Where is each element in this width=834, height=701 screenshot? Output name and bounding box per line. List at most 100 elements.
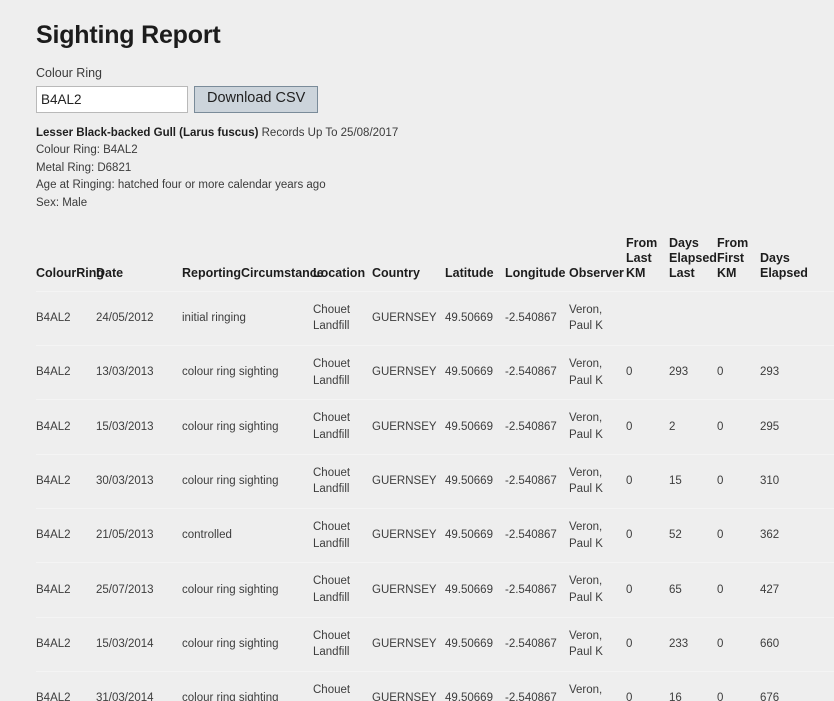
column-header-from-last-km: From Last KM	[626, 236, 658, 280]
summary-sex: Sex: Male	[36, 196, 88, 209]
cell-country: GUERNSEY	[372, 508, 445, 563]
cell-country: GUERNSEY	[372, 290, 445, 346]
table-row: B4AL2 15/03/2013 colour ring sighting Choue…	[36, 399, 834, 455]
cell-colour-ring: B4AL2	[36, 345, 96, 400]
cell-from-last-km: 0	[626, 453, 669, 509]
cell-days-elapsed: 295	[760, 399, 834, 455]
summary-species-line: Lesser Black-backed Gull (Larus fuscus) …	[36, 125, 834, 143]
cell-colour-ring: B4AL2	[36, 290, 96, 346]
cell-from-first-km: 0	[717, 345, 760, 400]
cell-reporting-circumstance: colour ring sighting	[182, 453, 313, 509]
cell-date: 31/03/2014	[96, 671, 182, 701]
cell-observer: Veron, Paul K	[569, 508, 626, 563]
cell-days-elapsed-last: 2	[669, 399, 717, 455]
cell-longitude: -2.540867	[505, 399, 569, 455]
cell-latitude: 49.50669	[445, 453, 505, 509]
column-header-observer: Observer	[569, 265, 624, 280]
cell-days-elapsed: 293	[760, 345, 834, 400]
cell-latitude: 49.50669	[445, 562, 505, 618]
cell-from-last-km: 0	[626, 616, 669, 672]
download-csv-button[interactable]: Download CSV	[194, 85, 319, 113]
cell-observer: Veron, Paul K	[569, 399, 626, 455]
cell-location: Chouet Landfill	[313, 562, 372, 618]
cell-longitude: -2.540867	[505, 562, 569, 618]
cell-reporting-circumstance: colour ring sighting	[182, 562, 313, 618]
cell-from-last-km: 0	[626, 345, 669, 400]
cell-days-elapsed-last: 52	[669, 508, 717, 563]
cell-latitude: 49.50669	[445, 399, 505, 455]
column-header-latitude: Latitude	[445, 265, 494, 280]
summary-age-at-ringing: Age at Ringing: hatched four or more cal…	[36, 179, 326, 192]
table-row: B4AL2 25/07/2013 colour ring sighting Choue…	[36, 562, 834, 618]
cell-observer: Veron, Paul K	[569, 290, 626, 346]
cell-location: Chouet Landfill	[313, 616, 372, 672]
cell-from-first-km: 0	[717, 616, 760, 672]
cell-colour-ring: B4AL2	[36, 671, 96, 701]
cell-colour-ring: B4AL2	[36, 453, 96, 509]
cell-latitude: 49.50669	[445, 616, 505, 672]
table-row: B4AL2 13/03/2013 colour ring sighting Choue…	[36, 345, 834, 400]
cell-reporting-circumstance: colour ring sighting	[182, 345, 313, 400]
cell-longitude: -2.540867	[505, 290, 569, 346]
sightings-table: ColourRing Date ReportingCircumstance Lo…	[36, 236, 834, 701]
cell-location: Chouet Landfill	[313, 290, 372, 346]
cell-latitude: 49.50669	[445, 508, 505, 563]
table-header-row: ColourRing Date ReportingCircumstance Lo…	[36, 236, 834, 291]
cell-date: 15/03/2014	[96, 616, 182, 672]
cell-days-elapsed: 676	[760, 671, 834, 701]
cell-colour-ring: B4AL2	[36, 562, 96, 618]
cell-observer: Veron, Paul K	[569, 562, 626, 618]
cell-days-elapsed-last: 233	[669, 616, 717, 672]
colour-ring-input[interactable]	[36, 85, 188, 113]
cell-date: 24/05/2012	[96, 290, 182, 346]
cell-days-elapsed-last: 65	[669, 562, 717, 618]
cell-date: 13/03/2013	[96, 345, 182, 400]
cell-from-first-km	[717, 290, 760, 346]
cell-reporting-circumstance: initial ringing	[182, 290, 313, 346]
column-header-colour-ring: ColourRing	[36, 265, 105, 280]
table-row: B4AL2 15/03/2014 colour ring sighting Choue…	[36, 616, 834, 672]
cell-colour-ring: B4AL2	[36, 399, 96, 455]
cell-country: GUERNSEY	[372, 671, 445, 701]
cell-latitude: 49.50669	[445, 345, 505, 400]
cell-country: GUERNSEY	[372, 562, 445, 618]
cell-longitude: -2.540867	[505, 671, 569, 701]
cell-location: Chouet Landfill	[313, 671, 372, 701]
cell-observer: Veron, Paul K	[569, 453, 626, 509]
cell-days-elapsed: 427	[760, 562, 834, 618]
cell-longitude: -2.540867	[505, 508, 569, 563]
column-header-reporting-circumstance: ReportingCircumstance	[182, 265, 324, 280]
cell-from-last-km: 0	[626, 671, 669, 701]
cell-from-first-km: 0	[717, 508, 760, 563]
cell-country: GUERNSEY	[372, 345, 445, 400]
cell-country: GUERNSEY	[372, 453, 445, 509]
cell-latitude: 49.50669	[445, 671, 505, 701]
cell-from-first-km: 0	[717, 671, 760, 701]
cell-date: 21/05/2013	[96, 508, 182, 563]
cell-location: Chouet Landfill	[313, 453, 372, 509]
cell-days-elapsed-last	[669, 290, 717, 346]
cell-days-elapsed: 362	[760, 508, 834, 563]
cell-observer: Veron, Paul K	[569, 345, 626, 400]
cell-date: 30/03/2013	[96, 453, 182, 509]
record-summary: Lesser Black-backed Gull (Larus fuscus) …	[36, 125, 834, 213]
table-row: B4AL2 30/03/2013 colour ring sighting Choue…	[36, 453, 834, 509]
cell-reporting-circumstance: controlled	[182, 508, 313, 563]
cell-days-elapsed-last: 16	[669, 671, 717, 701]
cell-longitude: -2.540867	[505, 345, 569, 400]
summary-metal-ring: Metal Ring: D6821	[36, 161, 132, 174]
column-header-date: Date	[96, 265, 124, 280]
cell-observer: Veron, Paul K	[569, 616, 626, 672]
cell-from-last-km: 0	[626, 562, 669, 618]
cell-longitude: -2.540867	[505, 453, 569, 509]
cell-location: Chouet Landfill	[313, 399, 372, 455]
cell-days-elapsed: 660	[760, 616, 834, 672]
cell-from-last-km	[626, 290, 669, 346]
cell-date: 25/07/2013	[96, 562, 182, 618]
cell-reporting-circumstance: colour ring sighting	[182, 671, 313, 701]
cell-reporting-circumstance: colour ring sighting	[182, 616, 313, 672]
cell-observer: Veron, Paul K	[569, 671, 626, 701]
cell-country: GUERNSEY	[372, 616, 445, 672]
table-header: ColourRing Date ReportingCircumstance Lo…	[36, 236, 834, 291]
table-row: B4AL2 21/05/2013 controlled Chouet Landfill…	[36, 508, 834, 563]
